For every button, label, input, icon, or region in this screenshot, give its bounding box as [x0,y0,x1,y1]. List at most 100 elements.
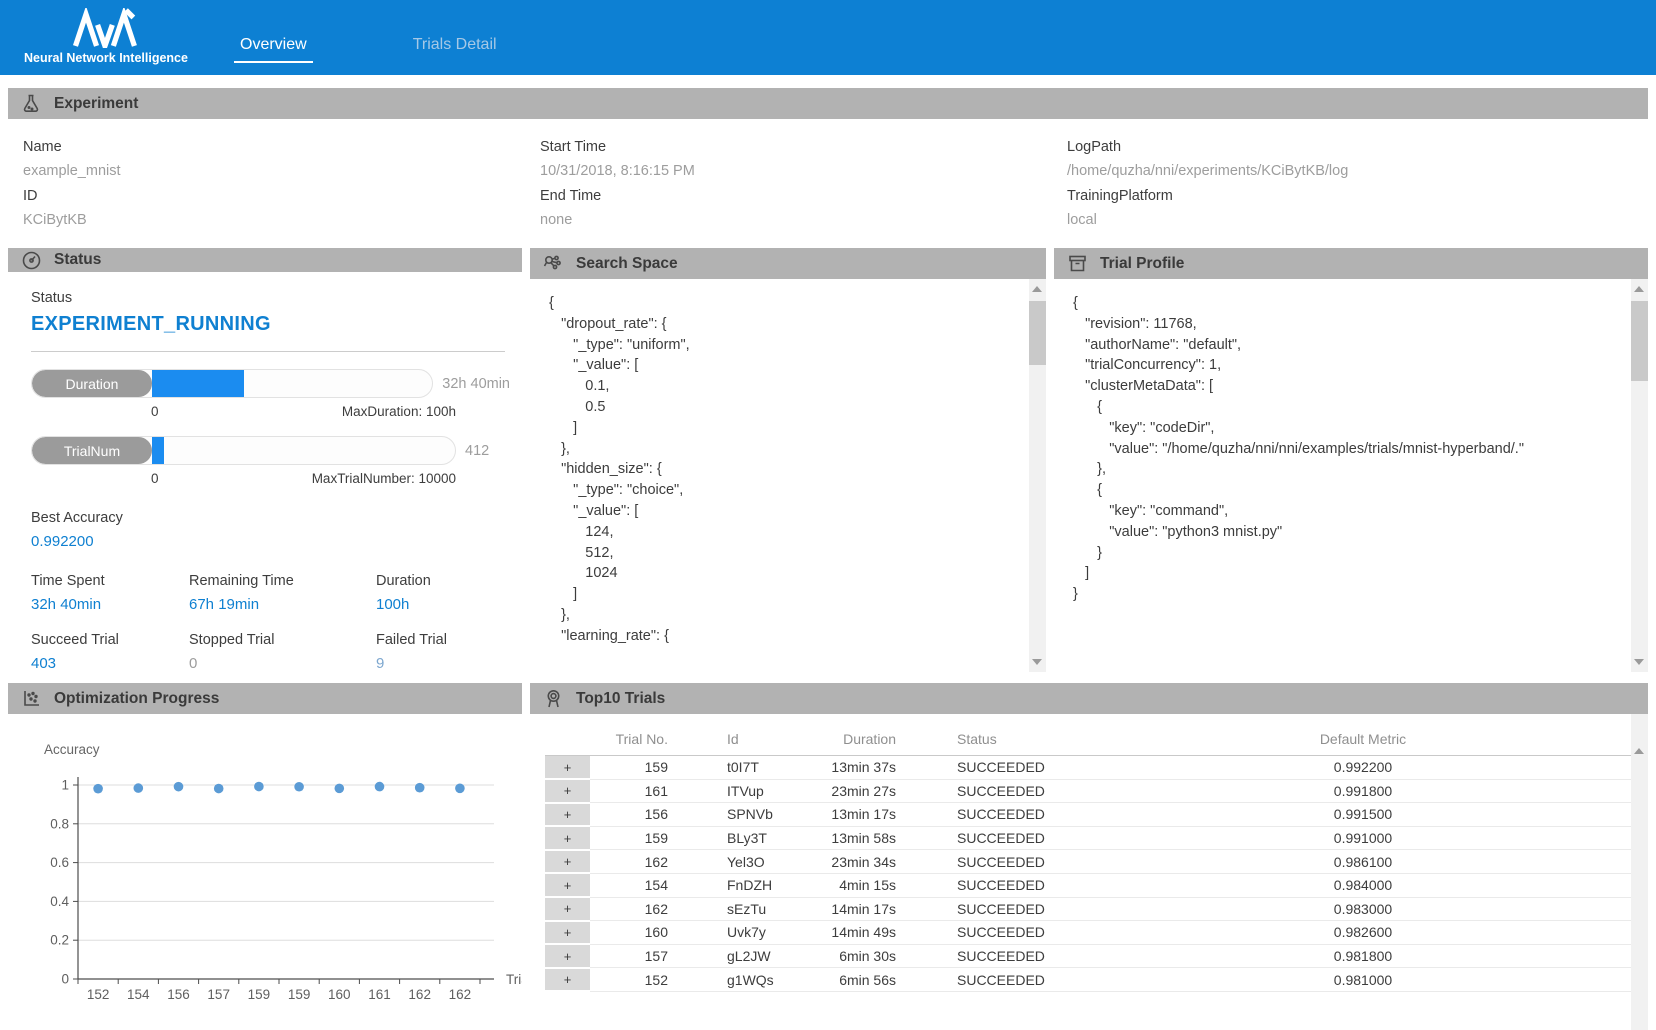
medal-icon [543,689,563,709]
scroll-up-icon[interactable] [1634,286,1644,292]
duration-cell: 6min 30s [805,944,910,968]
trialnum-progress-row: TrialNum 412 [31,436,510,465]
expand-row-button[interactable]: + [545,779,590,803]
search-space-scrollbar[interactable] [1029,279,1046,672]
metric-cell: 0.991500 [1095,803,1631,827]
trial-id-cell: FnDZH [690,873,805,897]
top10-trials-title: Top10 Trials [576,690,665,708]
svg-text:0.2: 0.2 [50,933,69,948]
trial-id-cell: BLy3T [690,826,805,850]
expand-row-button[interactable]: + [545,968,590,992]
trial-no-cell: 154 [590,873,690,897]
failed-trial: Failed Trial 9 [376,632,510,672]
trial-profile-json: { "revision": 11768, "authorName": "defa… [1054,279,1631,672]
start-time-value: 10/31/2018, 8:16:15 PM [540,163,1067,179]
scrollbar-thumb[interactable] [1631,301,1648,381]
status-stats-row-1: Time Spent 32h 40min Remaining Time 67h … [31,573,510,613]
table-row: +154FnDZH4min 15sSUCCEEDED0.984000 [545,873,1631,897]
platform-value: local [1067,212,1656,228]
expand-row-button[interactable]: + [545,944,590,968]
trial-id-cell: SPNVb [690,803,805,827]
hyperparameter-icon [543,254,563,274]
name-value: example_mnist [23,163,540,179]
expand-row-button[interactable]: + [545,803,590,827]
expand-row-button[interactable]: + [545,873,590,897]
end-time-label: End Time [540,188,1067,204]
table-row: +162sEzTu14min 17sSUCCEEDED0.983000 [545,897,1631,921]
svg-text:Trial: Trial [506,972,522,987]
status-cell: SUCCEEDED [910,756,1095,780]
status-content: Status EXPERIMENT_RUNNING Duration 32h 4… [8,272,522,672]
accuracy-scatter-chart: 00.20.40.60.8115215415615715915916016116… [22,761,522,1013]
status-cell: SUCCEEDED [910,850,1095,874]
svg-text:0.4: 0.4 [50,894,69,909]
expand-row-button[interactable]: + [545,921,590,945]
trialnum-bar-sub: 0 MaxTrialNumber: 10000 [151,471,456,486]
metric-cell: 0.984000 [1095,873,1631,897]
duration-bar-fill [152,370,244,397]
search-space-title: Search Space [576,255,678,273]
duration-cell: 13min 37s [805,756,910,780]
top10-trials-header: Top10 Trials [530,683,1648,714]
expand-row-button[interactable]: + [545,897,590,921]
status-cell: SUCCEEDED [910,944,1095,968]
top10-trials-panel: Top10 Trials Trial No. Id Duration Statu… [530,683,1648,1030]
nni-logo: Neural Network Intelligence [26,8,186,65]
trialnum-bar-track [152,437,455,464]
svg-text:157: 157 [207,987,230,1002]
trial-no-cell: 160 [590,921,690,945]
svg-text:159: 159 [248,987,271,1002]
experiment-details: Name example_mnist ID KCiBytKB Start Tim… [0,119,1656,242]
trial-id-cell: g1WQs [690,968,805,992]
duration-cell: 6min 56s [805,968,910,992]
app-header: Neural Network Intelligence Overview Tri… [0,0,1656,75]
top10-trials-table: Trial No. Id Duration Status Default Met… [545,726,1631,992]
duration-max: MaxDuration: 100h [342,404,456,419]
status-cell: SUCCEEDED [910,803,1095,827]
optimization-progress-header: Optimization Progress [8,683,522,714]
search-space-json: { "dropout_rate": { "_type": "uniform", … [530,279,1029,672]
duration-bar-track [152,370,432,397]
duration-cell: 13min 17s [805,803,910,827]
expand-row-button[interactable]: + [545,756,590,780]
experiment-section-bar: Experiment [8,88,1648,119]
scroll-down-icon[interactable] [1634,659,1644,665]
status-cell: SUCCEEDED [910,968,1095,992]
trial-profile-scrollbar[interactable] [1631,279,1648,672]
trial-profile-title: Trial Profile [1100,255,1184,273]
trialnum-bar-value: 412 [465,443,489,459]
scrollbar-thumb[interactable] [1029,301,1046,365]
start-time-label: Start Time [540,139,1067,155]
tab-overview[interactable]: Overview [234,36,313,63]
metric-cell: 0.981800 [1095,944,1631,968]
top10-body: Trial No. Id Duration Status Default Met… [530,714,1648,992]
scroll-up-icon[interactable] [1634,748,1644,754]
trial-id-cell: gL2JW [690,944,805,968]
optimization-progress-panel: Optimization Progress Accuracy 00.20.40.… [8,683,522,1030]
duration-min: 0 [151,404,159,419]
duration-bar-value: 32h 40min [442,376,510,392]
svg-text:156: 156 [167,987,190,1002]
trial-id-cell: sEzTu [690,897,805,921]
best-accuracy-label: Best Accuracy [31,510,510,526]
svg-text:162: 162 [449,987,472,1002]
svg-text:162: 162 [408,987,431,1002]
top10-scrollbar[interactable] [1631,714,1648,1030]
status-value: EXPERIMENT_RUNNING [31,313,510,336]
scroll-down-icon[interactable] [1032,659,1042,665]
trial-id-cell: t0I7T [690,756,805,780]
col-default-metric: Default Metric [1095,726,1631,756]
tab-trials-detail[interactable]: Trials Detail [407,36,503,63]
gauge-icon [21,250,41,270]
trialnum-progress-bar: TrialNum [31,436,456,465]
expand-row-button[interactable]: + [545,850,590,874]
duration-cell: 23min 34s [805,850,910,874]
archive-box-icon [1067,254,1087,274]
status-panel-header: Status [8,248,522,272]
duration-cell: 14min 17s [805,897,910,921]
expand-row-button[interactable]: + [545,826,590,850]
scroll-up-icon[interactable] [1032,286,1042,292]
accuracy-chart-area: Accuracy 00.20.40.60.8115215415615715915… [8,714,522,1018]
status-cell: SUCCEEDED [910,826,1095,850]
search-space-panel: Search Space { "dropout_rate": { "_type"… [530,248,1046,672]
